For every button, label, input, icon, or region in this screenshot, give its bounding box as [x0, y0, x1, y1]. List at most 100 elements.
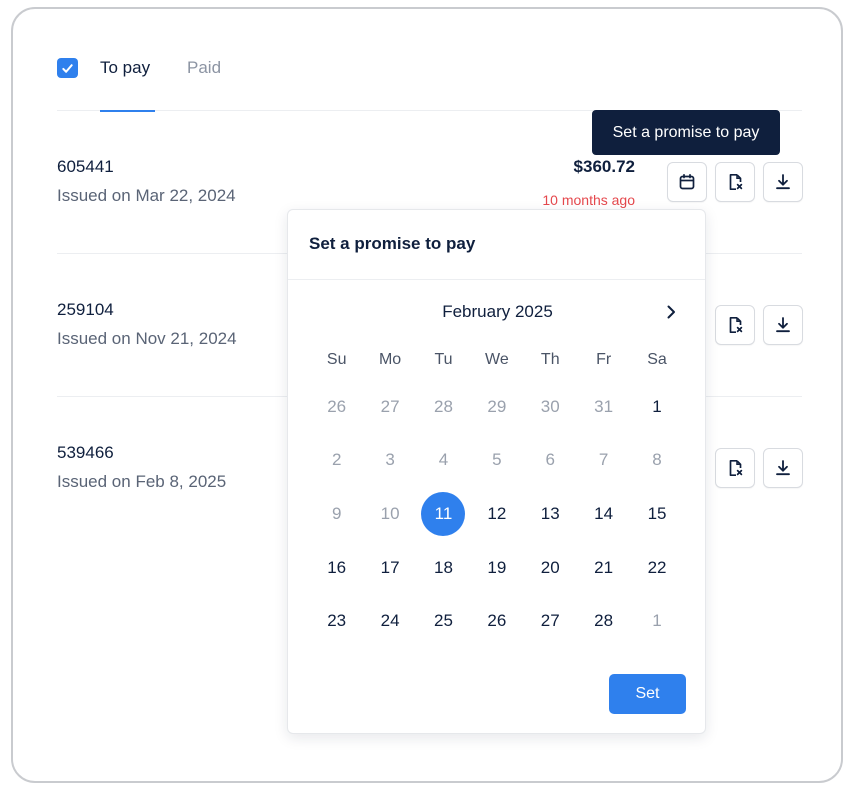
calendar-day-label: 30: [540, 396, 560, 416]
calendar-day: 28: [417, 380, 470, 434]
calendar-day-label: 25: [434, 611, 453, 631]
calendar-day-label: 13: [540, 503, 560, 523]
calendar-day: 5: [470, 434, 523, 488]
active-tab-indicator: [100, 110, 155, 112]
invoice-issued-date: Issued on Nov 21, 2024: [57, 329, 237, 348]
calendar-day[interactable]: 20: [524, 541, 577, 595]
calendar-day: 6: [524, 434, 577, 488]
calendar-day: 30: [524, 380, 577, 434]
invoice-issued-date: Issued on Mar 22, 2024: [57, 186, 236, 205]
calendar-day[interactable]: 19: [470, 541, 523, 595]
calendar-day: 31: [577, 380, 630, 434]
calendar-day-label: 11: [421, 491, 466, 536]
calendar-day[interactable]: 1: [630, 380, 683, 434]
weekday-label: Mo: [378, 351, 402, 368]
weekday-label: Th: [540, 351, 560, 368]
calendar-day-label: 27: [380, 396, 400, 416]
calendar-day[interactable]: 16: [310, 541, 363, 595]
calendar-day-label: 4: [438, 450, 449, 470]
weekday-label: Su: [326, 351, 347, 368]
calendar-day[interactable]: 27: [524, 594, 577, 648]
calendar-day: 3: [363, 434, 416, 488]
calendar-day-label: 29: [487, 396, 507, 416]
calendar-day[interactable]: 23: [310, 594, 363, 648]
calendar-day-label: 26: [327, 396, 347, 416]
calendar-day-label: 10: [380, 503, 400, 523]
calendar-day[interactable]: 18: [417, 541, 470, 595]
calendar-day[interactable]: 28: [577, 594, 630, 648]
calendar-day[interactable]: 21: [577, 541, 630, 595]
promise-to-pay-popover: Set a promise to pay February 2025 Su Mo…: [287, 209, 706, 734]
calendar-day[interactable]: 13: [524, 487, 577, 541]
download-icon: [776, 317, 790, 333]
select-all-checkbox[interactable]: [57, 58, 78, 78]
void-invoice-button[interactable]: [715, 305, 755, 345]
calendar-day-selected[interactable]: 11: [417, 487, 470, 541]
calendar-week: 16 17 18 19 20 21 22: [310, 541, 684, 595]
calendar-day-label: 20: [540, 557, 560, 577]
calendar-day-label: 6: [545, 450, 555, 470]
calendar-weekdays: Su Mo Tu We Th Fr Sa: [310, 340, 684, 380]
calendar-day[interactable]: 26: [470, 594, 523, 648]
calendar-day-label: 24: [380, 611, 400, 631]
document-x-icon: [729, 173, 743, 191]
calendar-week: 23 24 25 26 27 28 1: [310, 594, 684, 648]
document-x-icon: [729, 316, 743, 334]
calendar-day-label: 17: [380, 557, 400, 577]
calendar-day-label: 1: [652, 611, 662, 631]
calendar-day-label: 18: [434, 557, 453, 577]
invoice-amount: $360.72: [573, 157, 635, 176]
chevron-right-icon: [667, 305, 675, 319]
invoice-issued-date: Issued on Feb 8, 2025: [57, 472, 227, 491]
calendar-week: 9 10 11 12 13 14 15: [310, 487, 684, 541]
calendar-day-label: 12: [487, 503, 507, 523]
promise-to-pay-tooltip: Set a promise to pay: [592, 110, 780, 155]
calendar-day: 4: [417, 434, 470, 488]
popover-title: Set a promise to pay: [309, 234, 476, 253]
calendar-day[interactable]: 22: [630, 541, 683, 595]
calendar-day-label: 8: [652, 450, 662, 470]
calendar-day-label: 9: [331, 503, 342, 523]
calendar-week: 2 3 4 5 6 7 8: [310, 434, 684, 488]
check-icon: [62, 63, 73, 73]
weekday-label: Fr: [596, 351, 612, 368]
document-x-icon: [729, 459, 743, 477]
download-icon: [776, 460, 790, 476]
calendar-day: 10: [363, 487, 416, 541]
calendar-day-label: 21: [594, 557, 614, 577]
calendar-day[interactable]: 25: [417, 594, 470, 648]
calendar-grid: Su Mo Tu We Th Fr Sa 26 27 28 29 30 31 1 2 3 4 5 6 7…: [310, 340, 684, 648]
calendar-day-label: 15: [647, 503, 667, 523]
popover-divider: [288, 279, 705, 280]
calendar-day: 29: [470, 380, 523, 434]
next-month-button[interactable]: [660, 301, 682, 323]
calendar-day: 1: [630, 594, 683, 648]
calendar-month-label: February 2025: [442, 302, 553, 321]
weekday-label: We: [485, 351, 509, 368]
tab-paid[interactable]: Paid: [187, 58, 221, 78]
calendar-day[interactable]: 15: [630, 487, 683, 541]
calendar-day-label: 27: [540, 611, 560, 631]
calendar-day[interactable]: 24: [363, 594, 416, 648]
invoice-number: 259104: [57, 300, 114, 319]
download-invoice-button[interactable]: [763, 305, 803, 345]
calendar-day-label: 26: [487, 611, 507, 631]
calendar-day: 8: [630, 434, 683, 488]
calendar-day-label: 3: [385, 450, 395, 470]
calendar-day[interactable]: 14: [577, 487, 630, 541]
calendar-day-label: 28: [594, 611, 614, 631]
download-invoice-button[interactable]: [763, 162, 803, 202]
void-invoice-button[interactable]: [715, 162, 755, 202]
calendar-day-label: 14: [594, 503, 614, 523]
void-invoice-button[interactable]: [715, 448, 755, 488]
calendar-day[interactable]: 17: [363, 541, 416, 595]
calendar-day-label: 22: [647, 557, 667, 577]
calendar-day-label: 31: [594, 396, 614, 416]
set-promise-button[interactable]: Set: [609, 674, 686, 714]
tab-to-pay[interactable]: To pay: [100, 58, 150, 78]
calendar-day-label: 7: [598, 450, 609, 470]
promise-to-pay-button[interactable]: [667, 162, 707, 202]
download-invoice-button[interactable]: [763, 448, 803, 488]
calendar-day[interactable]: 12: [470, 487, 523, 541]
calendar-day: 27: [363, 380, 416, 434]
